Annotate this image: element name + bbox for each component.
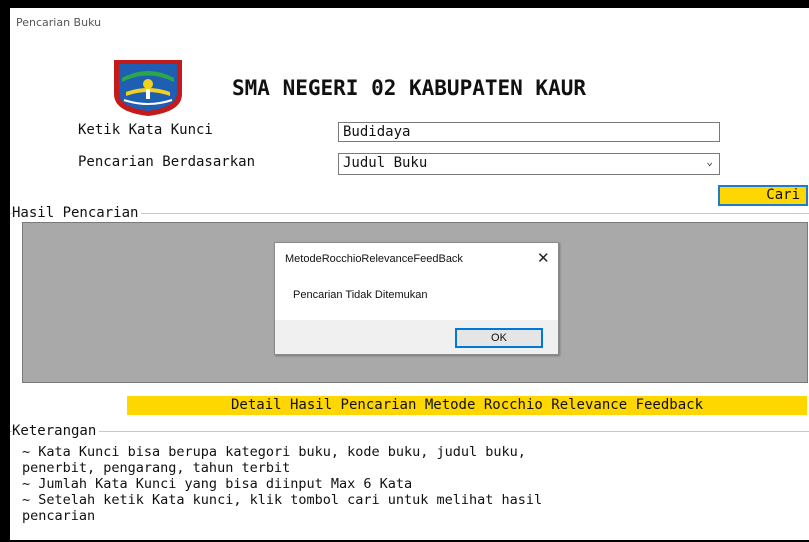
detail-results-button[interactable]: Detail Hasil Pencarian Metode Rocchio Re… — [127, 396, 807, 415]
notes-group-border — [10, 431, 809, 432]
school-emblem-logo — [114, 60, 182, 116]
dialog-title: MetodeRocchioRelevanceFeedBack — [285, 253, 463, 265]
note-line: ~ Setelah ketik Kata kunci, klik tombol … — [22, 492, 543, 508]
school-name-heading: SMA NEGERI 02 KABUPATEN KAUR — [232, 76, 587, 100]
note-line: pencarian — [22, 508, 96, 524]
keyword-input[interactable] — [338, 122, 720, 142]
search-button[interactable]: Cari — [718, 185, 808, 206]
message-dialog: MetodeRocchioRelevanceFeedBack ✕ Pencari… — [274, 242, 559, 355]
keyword-label: Ketik Kata Kunci — [78, 122, 213, 138]
ok-button[interactable]: OK — [455, 328, 543, 348]
dialog-message: Pencarian Tidak Ditemukan — [293, 289, 428, 301]
notes-text: ~ Kata Kunci bisa berupa kategori buku, … — [22, 444, 802, 524]
search-by-label: Pencarian Berdasarkan — [78, 154, 256, 170]
search-by-value: Judul Buku — [343, 155, 428, 171]
window-title: Pencarian Buku — [16, 16, 102, 29]
app-window: Pencarian Buku SMA NEGERI 02 KABUPATEN K… — [10, 8, 809, 540]
note-line: ~ Jumlah Kata Kunci yang bisa diinput Ma… — [22, 476, 413, 492]
close-icon[interactable]: ✕ — [537, 249, 550, 267]
notes-group-title: Keterangan — [12, 423, 100, 439]
note-line: ~ Kata Kunci bisa berupa kategori buku, … — [22, 444, 526, 460]
search-by-select[interactable]: Judul Buku ⌄ — [338, 153, 720, 175]
note-line: penerbit, pengarang, tahun terbit — [22, 460, 291, 476]
chevron-down-icon[interactable]: ⌄ — [706, 155, 713, 168]
results-group-title: Hasil Pencarian — [12, 205, 142, 221]
